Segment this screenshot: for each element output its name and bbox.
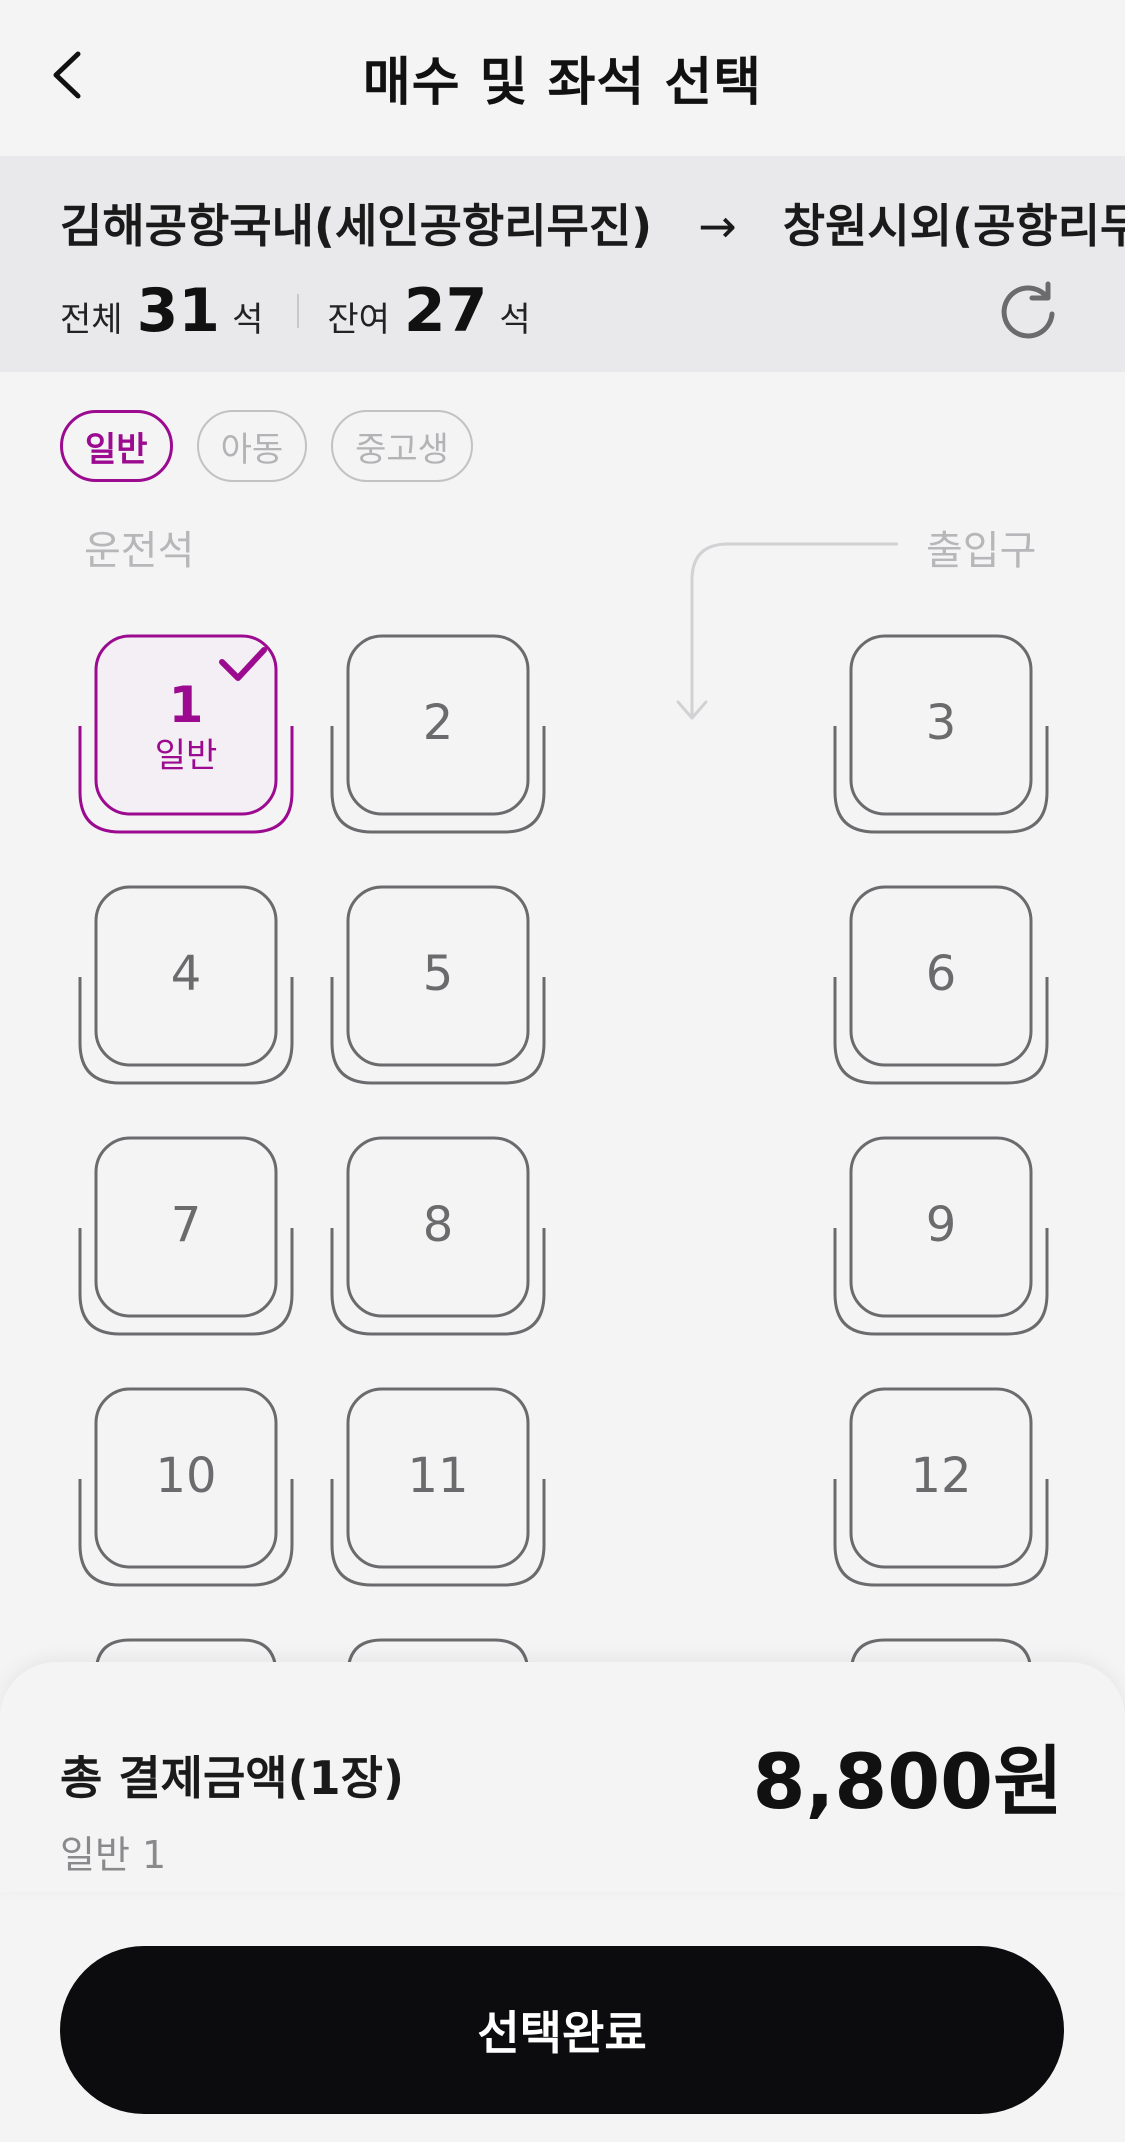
- seat-number-text: 1: [168, 675, 204, 734]
- refresh-button[interactable]: [996, 278, 1060, 342]
- chip-student[interactable]: 중고생: [331, 410, 473, 482]
- seat-number: 3: [851, 634, 1031, 812]
- seat-number-text: 8: [422, 1197, 454, 1253]
- seat-number-text: 7: [170, 1197, 202, 1253]
- seat-9[interactable]: 9: [833, 1136, 1049, 1336]
- seat-number: 1 일반: [96, 634, 276, 812]
- payment-summary: 총 결제금액(1장) 8,800원 일반 1: [0, 1662, 1125, 1892]
- seat-number: 2: [348, 634, 528, 812]
- seat-number-text: 11: [407, 1448, 469, 1504]
- total-seats-value: 31: [136, 276, 221, 346]
- total-seats-label: 전체: [60, 300, 123, 340]
- seat-1[interactable]: 1 일반: [78, 634, 294, 834]
- chip-child[interactable]: 아동: [196, 410, 308, 482]
- seat-number: 5: [348, 885, 528, 1063]
- seat-number-text: 10: [155, 1448, 217, 1504]
- seat-number: 4: [96, 885, 276, 1063]
- seat-2[interactable]: 2: [330, 634, 546, 834]
- divider: [297, 294, 300, 328]
- route: 김해공항국내(세인공항리무진) → 창원시외(공항리무진): [60, 190, 1125, 256]
- seat-number: 12: [851, 1387, 1031, 1565]
- seat-12[interactable]: 12: [833, 1387, 1049, 1587]
- seat-8[interactable]: 8: [330, 1136, 546, 1336]
- seat-number: 8: [348, 1136, 528, 1314]
- seat-number-text: 2: [422, 695, 454, 751]
- seat-11[interactable]: 11: [330, 1387, 546, 1587]
- seat-number: 10: [96, 1387, 276, 1565]
- seat-6[interactable]: 6: [833, 885, 1049, 1085]
- ticket-breakdown: 일반 1: [60, 1833, 167, 1877]
- passenger-type-chips: 일반 아동 중고생: [60, 410, 473, 482]
- remaining-seats-unit: 석: [499, 300, 531, 340]
- header: 매수 및 좌석 선택: [0, 0, 1125, 156]
- seat-number: 7: [96, 1136, 276, 1314]
- seat-number-text: 6: [925, 946, 957, 1002]
- seat-type-label: 일반: [154, 736, 218, 777]
- route-destination: 창원시외(공항리무진): [782, 199, 1125, 253]
- entrance-label: 출입구: [926, 528, 1037, 574]
- seat-7[interactable]: 7: [78, 1136, 294, 1336]
- confirm-button[interactable]: 선택완료: [60, 1946, 1064, 2114]
- route-panel: 김해공항국내(세인공항리무진) → 창원시외(공항리무진) 전체 31 석 잔여 2…: [0, 156, 1125, 372]
- seat-10[interactable]: 10: [78, 1387, 294, 1587]
- page-title: 매수 및 좌석 선택: [362, 53, 763, 113]
- remaining-seats-label: 잔여: [327, 300, 390, 340]
- seat-number-text: 9: [925, 1197, 957, 1253]
- seat-number-text: 3: [925, 695, 957, 751]
- seat-4[interactable]: 4: [78, 885, 294, 1085]
- remaining-seats-value: 27: [403, 276, 488, 346]
- total-seats-unit: 석: [232, 300, 264, 340]
- total-amount-value: 8,800원: [752, 1737, 1063, 1826]
- seat-number: 6: [851, 885, 1031, 1063]
- seat-counts: 전체 31 석 잔여 27 석: [60, 276, 531, 346]
- seat-number-text: 12: [910, 1448, 972, 1504]
- seat-number: 11: [348, 1387, 528, 1565]
- seat-number-text: 5: [422, 946, 454, 1002]
- route-arrow-icon: →: [698, 199, 737, 253]
- seat-3[interactable]: 3: [833, 634, 1049, 834]
- driver-seat-label: 운전석: [84, 528, 195, 574]
- refresh-icon: [1001, 281, 1055, 339]
- total-amount-label: 총 결제금액(1장): [60, 1751, 404, 1805]
- chip-adult[interactable]: 일반: [60, 410, 173, 482]
- seat-number: 9: [851, 1136, 1031, 1314]
- seat-number-text: 4: [170, 946, 202, 1002]
- seat-5[interactable]: 5: [330, 885, 546, 1085]
- route-origin: 김해공항국내(세인공항리무진): [60, 199, 653, 253]
